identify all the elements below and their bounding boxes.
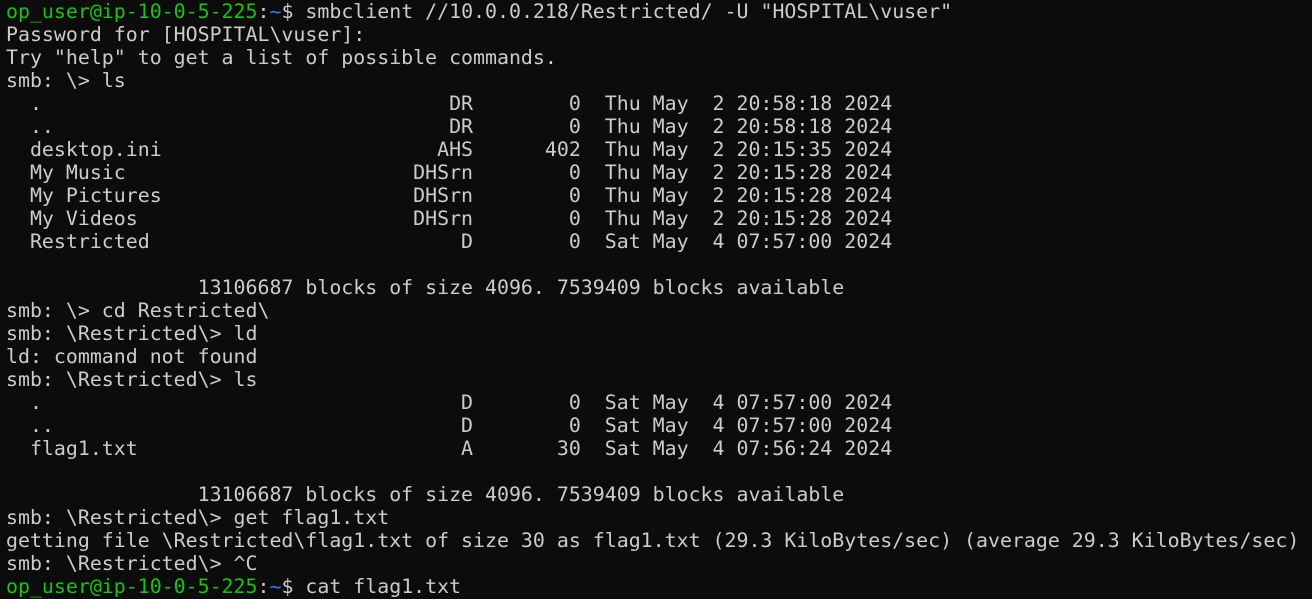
- listing-row: My Music DHSrn 0 Thu May 2 20:15:28 2024: [6, 161, 893, 184]
- output-line: 13106687 blocks of size 4096. 7539409 bl…: [6, 276, 845, 299]
- output-line: smb: \Restricted\> ld: [6, 322, 258, 345]
- command-text: smbclient //10.0.0.218/Restricted/ -U "H…: [305, 0, 953, 23]
- listing-row: flag1.txt A 30 Sat May 4 07:56:24 2024: [6, 437, 893, 460]
- listing-row: My Pictures DHSrn 0 Thu May 2 20:15:28 2…: [6, 184, 893, 207]
- listing-row: desktop.ini AHS 402 Thu May 2 20:15:35 2…: [6, 138, 893, 161]
- prompt-line: op_user@ip-10-0-5-225:~$ cat flag1.txt: [6, 575, 1312, 598]
- output-line: Password for [HOSPITAL\vuser]:: [6, 23, 366, 46]
- listing-row: .. D 0 Sat May 4 07:57:00 2024: [6, 414, 893, 437]
- output-line: Try "help" to get a list of possible com…: [6, 46, 557, 69]
- listing-row: Restricted D 0 Sat May 4 07:57:00 2024: [6, 230, 893, 253]
- prompt-separator: :: [257, 0, 270, 23]
- listing-row: .. DR 0 Thu May 2 20:58:18 2024: [6, 115, 893, 138]
- prompt-separator: :: [257, 575, 270, 598]
- listing-row: . D 0 Sat May 4 07:57:00 2024: [6, 391, 893, 414]
- output-line: 13106687 blocks of size 4096. 7539409 bl…: [6, 483, 845, 506]
- output-line: getting file \Restricted\flag1.txt of si…: [6, 529, 1300, 552]
- output-line: smb: \Restricted\> get flag1.txt: [6, 506, 390, 529]
- prompt-symbol: $: [281, 0, 306, 23]
- output-line: smb: \> cd Restricted\: [6, 299, 270, 322]
- output-line: smb: \Restricted\> ls: [6, 368, 258, 391]
- command-text: cat flag1.txt: [305, 575, 462, 598]
- output-line: smb: \> ls: [6, 69, 126, 92]
- output-line: ld: command not found: [6, 345, 258, 368]
- output-line: smb: \Restricted\> ^C: [6, 552, 258, 575]
- prompt-line: op_user@ip-10-0-5-225:~$ smbclient //10.…: [6, 0, 1312, 23]
- terminal-window[interactable]: op_user@ip-10-0-5-225:~$ smbclient //10.…: [0, 0, 1312, 599]
- listing-row: . DR 0 Thu May 2 20:58:18 2024: [6, 92, 893, 115]
- prompt-user: op_user@ip-10-0-5-225: [6, 0, 258, 23]
- prompt-symbol: $: [281, 575, 306, 598]
- prompt-path: ~: [269, 575, 282, 598]
- listing-row: My Videos DHSrn 0 Thu May 2 20:15:28 202…: [6, 207, 893, 230]
- prompt-user: op_user@ip-10-0-5-225: [6, 575, 258, 598]
- prompt-path: ~: [269, 0, 282, 23]
